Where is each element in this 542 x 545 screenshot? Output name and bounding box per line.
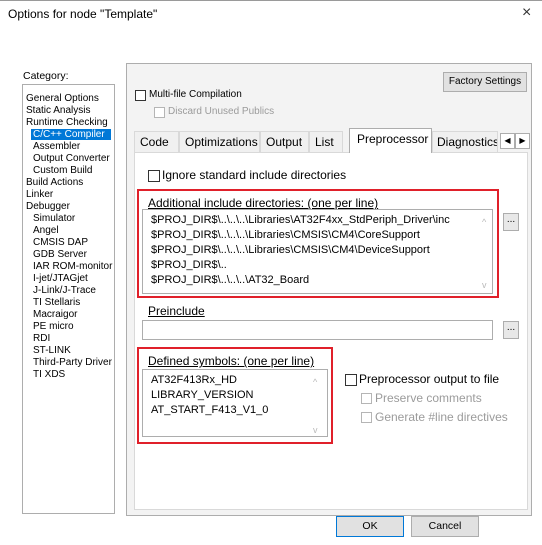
highlight-box <box>137 189 499 298</box>
category-item[interactable]: ST-LINK <box>33 345 71 356</box>
category-item[interactable]: Macraigor <box>33 309 77 320</box>
category-item[interactable]: Output Converter <box>33 153 110 164</box>
multifile-checkbox[interactable] <box>135 90 146 101</box>
category-item[interactable]: IAR ROM-monitor <box>33 261 112 272</box>
category-item[interactable]: J-Link/J-Trace <box>33 285 96 296</box>
category-label: Category: <box>23 70 69 82</box>
discard-label: Discard Unused Publics <box>168 106 275 117</box>
category-item[interactable]: Runtime Checking <box>26 117 108 128</box>
category-item[interactable]: Third-Party Driver <box>33 357 112 368</box>
tab-scroll-right-icon[interactable]: ▶ <box>515 133 530 149</box>
category-item[interactable]: Static Analysis <box>26 105 90 116</box>
category-item[interactable]: Custom Build <box>33 165 92 176</box>
tab-scroll-left-icon[interactable]: ◀ <box>500 133 515 149</box>
include-browse-button[interactable]: ... <box>503 213 519 231</box>
factory-settings-button[interactable]: Factory Settings <box>443 72 527 92</box>
category-item[interactable]: TI XDS <box>33 369 65 380</box>
category-item[interactable]: Simulator <box>33 213 75 224</box>
pp-output-label: Preprocessor output to file <box>359 372 500 386</box>
preinclude-input[interactable] <box>142 320 493 340</box>
category-item[interactable]: RDI <box>33 333 50 344</box>
category-item[interactable]: Build Actions <box>26 177 83 188</box>
discard-checkbox[interactable] <box>154 107 165 118</box>
category-item[interactable]: PE micro <box>33 321 74 332</box>
category-item[interactable]: I-jet/JTAGjet <box>33 273 88 284</box>
ignore-std-checkbox[interactable] <box>148 170 160 182</box>
category-item[interactable]: General Options <box>26 93 99 104</box>
category-item[interactable]: CMSIS DAP <box>33 237 88 248</box>
preserve-comments-label: Preserve comments <box>375 391 482 405</box>
window-top-border <box>0 0 542 1</box>
category-item[interactable]: Angel <box>33 225 59 236</box>
tab-code[interactable]: Code <box>134 131 179 152</box>
tab-preprocessor[interactable]: Preprocessor <box>349 128 432 153</box>
tab-optimizations[interactable]: Optimizations <box>179 131 260 152</box>
ignore-std-label: Ignore standard include directories <box>162 168 347 182</box>
generate-line-checkbox[interactable] <box>361 412 372 423</box>
preinclude-browse-button[interactable]: ... <box>503 321 519 339</box>
generate-line-label: Generate #line directives <box>375 410 508 424</box>
ok-button[interactable]: OK <box>336 516 404 537</box>
category-item[interactable]: C/C++ Compiler <box>31 129 111 140</box>
tab-diagnostics[interactable]: Diagnostics <box>432 131 498 152</box>
tab-list[interactable]: List <box>309 131 343 152</box>
dialog-title: Options for node "Template" <box>8 7 158 21</box>
category-item[interactable]: Linker <box>26 189 53 200</box>
preinclude-label: Preinclude <box>148 304 205 318</box>
tab-output[interactable]: Output <box>260 131 309 152</box>
category-item[interactable]: GDB Server <box>33 249 87 260</box>
multifile-label: Multi-file Compilation <box>149 89 242 100</box>
close-icon[interactable]: × <box>522 4 531 22</box>
category-list[interactable]: General Options Static Analysis Runtime Ch… <box>22 84 115 514</box>
highlight-box <box>137 347 333 444</box>
cancel-button[interactable]: Cancel <box>411 516 479 537</box>
category-item[interactable]: TI Stellaris <box>33 297 80 308</box>
category-item[interactable]: Assembler <box>33 141 80 152</box>
preserve-comments-checkbox[interactable] <box>361 393 372 404</box>
pp-output-checkbox[interactable] <box>345 374 357 386</box>
category-item[interactable]: Debugger <box>26 201 70 212</box>
